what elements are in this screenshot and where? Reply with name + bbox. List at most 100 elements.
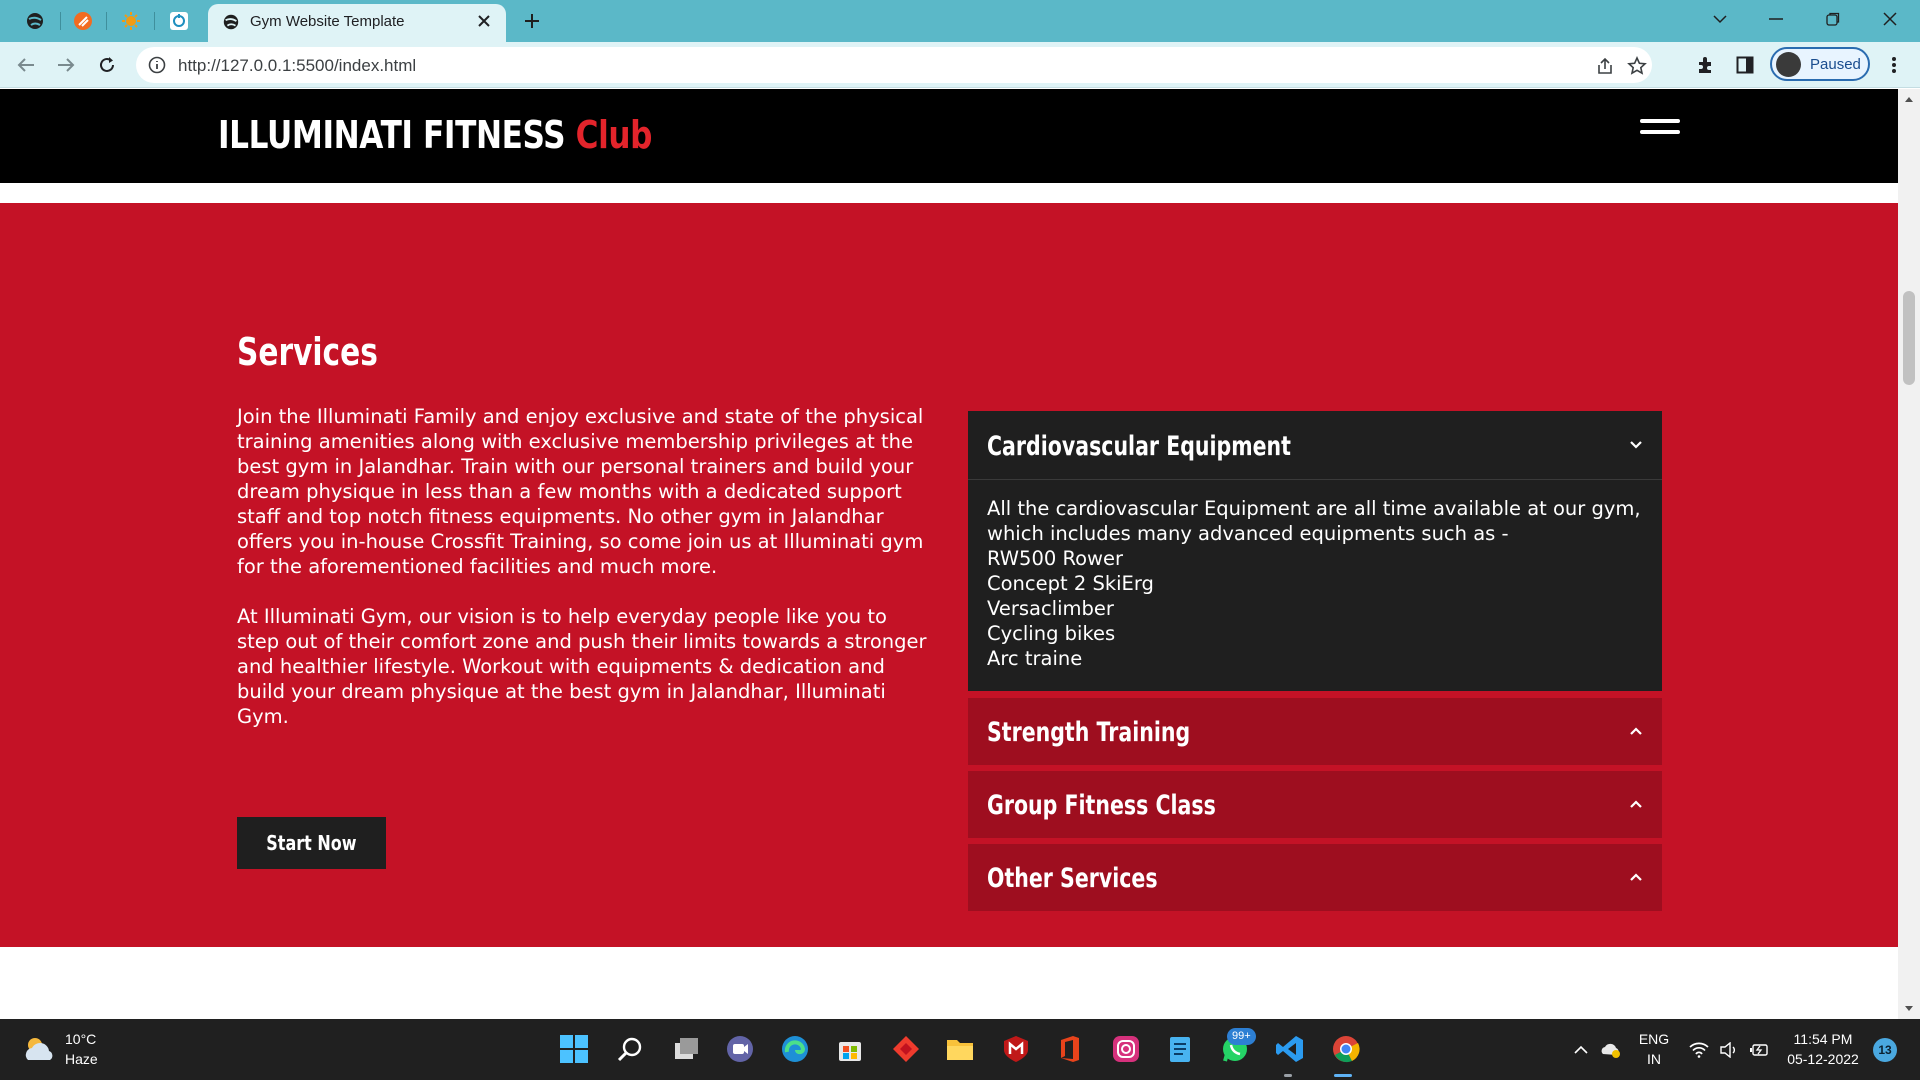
menu-kebab-icon[interactable] <box>1880 51 1908 79</box>
teams-chat-icon[interactable] <box>722 1031 758 1067</box>
accordion-body-intro: All the cardiovascular Equipment are all… <box>987 497 1641 545</box>
site-navbar: ILLUMINATI FITNESS Club <box>0 89 1898 183</box>
scroll-down-arrow-icon[interactable] <box>1903 1003 1915 1015</box>
task-view-icon[interactable] <box>668 1031 704 1067</box>
extensions-puzzle-icon[interactable] <box>1692 51 1720 79</box>
accordion-item-other-services[interactable]: Other Services <box>968 844 1662 911</box>
brand-name: ILLUMINATI FITNESS <box>218 113 566 157</box>
url-text[interactable]: http://127.0.0.1:5500/index.html <box>178 56 416 76</box>
tab-search-chevron-icon[interactable] <box>1700 4 1740 34</box>
equipment-item: RW500 Rower <box>987 547 1124 570</box>
microsoft-store-icon[interactable] <box>832 1031 868 1067</box>
running-indicator <box>1284 1074 1292 1077</box>
office-icon[interactable] <box>1052 1031 1088 1067</box>
accordion-item-strength[interactable]: Strength Training <box>968 698 1662 765</box>
equipment-item: Versaclimber <box>987 597 1114 620</box>
share-icon[interactable] <box>1594 55 1616 77</box>
side-panel-icon[interactable] <box>1731 51 1759 79</box>
site-info-icon[interactable] <box>148 56 166 74</box>
minimize-icon[interactable] <box>1756 4 1796 34</box>
equipment-item: Arc traine <box>987 647 1083 670</box>
anydesk-icon[interactable] <box>888 1031 924 1067</box>
language-indicator-top[interactable]: ENG <box>1636 1031 1672 1047</box>
battery-icon[interactable] <box>1748 1039 1770 1061</box>
clock-time[interactable]: 11:54 PM <box>1778 1031 1868 1047</box>
chevron-up-icon[interactable] <box>1570 1039 1592 1061</box>
search-icon[interactable] <box>612 1031 648 1067</box>
pinned-tab-app[interactable] <box>164 7 194 35</box>
file-explorer-icon[interactable] <box>942 1031 978 1067</box>
profile-button[interactable]: Paused <box>1770 47 1870 81</box>
chevron-up-icon <box>1630 800 1642 808</box>
hamburger-menu-icon[interactable] <box>1640 119 1680 141</box>
tab-title: Gym Website Template <box>250 13 405 30</box>
slash-logo-icon <box>74 12 92 30</box>
chrome-icon[interactable] <box>1328 1031 1364 1067</box>
wifi-icon[interactable] <box>1688 1039 1710 1061</box>
forward-arrow-icon[interactable] <box>52 51 80 79</box>
language-indicator-bottom[interactable]: IN <box>1636 1051 1672 1067</box>
tab-separator <box>106 12 107 30</box>
windows-taskbar: 10°C Haze 99+ ENG IN 11:54 PM 05-12-2022… <box>0 1019 1920 1080</box>
start-windows-icon[interactable] <box>556 1031 592 1067</box>
scrollbar-thumb[interactable] <box>1903 291 1915 385</box>
globe-icon <box>27 13 43 29</box>
accordion-body-cardio: All the cardiovascular Equipment are all… <box>987 496 1647 671</box>
vscode-icon[interactable] <box>1272 1031 1308 1067</box>
tab-gym-website[interactable]: Gym Website Template <box>208 4 506 42</box>
active-app-indicator <box>1334 1074 1352 1077</box>
services-section: Services Join the Illuminati Family and … <box>0 203 1898 947</box>
edge-browser-icon[interactable] <box>777 1031 813 1067</box>
reload-icon[interactable] <box>93 51 121 79</box>
sync-logo-icon <box>170 12 188 30</box>
onedrive-warning-icon[interactable] <box>1600 1039 1622 1061</box>
services-title: Services <box>237 330 378 374</box>
weather-description[interactable]: Haze <box>65 1051 98 1067</box>
close-tab-icon[interactable] <box>474 11 494 31</box>
profile-status-label: Paused <box>1810 56 1861 73</box>
accordion-header-cardio[interactable]: Cardiovascular Equipment <box>968 411 1662 479</box>
page-scrollbar[interactable] <box>1898 89 1920 1019</box>
bookmark-star-icon[interactable] <box>1626 55 1648 77</box>
clock-date[interactable]: 05-12-2022 <box>1778 1051 1868 1067</box>
weather-temperature[interactable]: 10°C <box>65 1031 96 1047</box>
accordion-item-group-fitness[interactable]: Group Fitness Class <box>968 771 1662 838</box>
browser-tab-strip: Gym Website Template <box>0 0 1920 42</box>
chevron-up-icon <box>1630 873 1642 881</box>
chevron-up-icon <box>1630 727 1642 735</box>
brand-accent: Club <box>575 113 653 157</box>
pinned-tab-globe[interactable] <box>20 7 50 35</box>
start-now-button[interactable]: Start Now <box>237 817 386 869</box>
avatar <box>1776 52 1801 77</box>
accordion-title: Strength Training <box>987 717 1191 748</box>
weather-haze-icon[interactable] <box>22 1033 56 1065</box>
close-window-icon[interactable] <box>1870 4 1910 34</box>
equipment-item: Concept 2 SkiErg <box>987 572 1154 595</box>
accordion-title: Cardiovascular Equipment <box>987 431 1291 462</box>
accordion-title: Other Services <box>987 863 1158 894</box>
globe-icon <box>223 14 239 30</box>
accordion-divider <box>968 479 1662 480</box>
tab-separator <box>154 12 155 30</box>
back-arrow-icon[interactable] <box>12 51 40 79</box>
volume-icon[interactable] <box>1718 1039 1740 1061</box>
chevron-down-icon <box>1630 441 1642 449</box>
services-paragraph-1: Join the Illuminati Family and enjoy exc… <box>237 405 924 578</box>
equipment-item: Cycling bikes <box>987 622 1116 645</box>
page-viewport: ILLUMINATI FITNESS Club Services Join th… <box>0 89 1898 1019</box>
scroll-up-arrow-icon[interactable] <box>1903 93 1915 105</box>
pinned-tab-app[interactable] <box>68 7 98 35</box>
mcafee-icon[interactable] <box>998 1031 1034 1067</box>
pinned-tab-app[interactable] <box>116 7 146 35</box>
instagram-icon[interactable] <box>1108 1031 1144 1067</box>
services-paragraph-2: At Illuminati Gym, our vision is to help… <box>237 605 927 728</box>
notification-count-badge[interactable]: 13 <box>1873 1038 1897 1062</box>
start-now-label: Start Now <box>266 831 357 855</box>
address-bar[interactable]: http://127.0.0.1:5500/index.html <box>136 47 1652 83</box>
restore-icon[interactable] <box>1813 4 1853 34</box>
browser-toolbar: http://127.0.0.1:5500/index.html Paused <box>0 42 1920 88</box>
notepad-icon[interactable] <box>1162 1031 1198 1067</box>
whatsapp-unread-badge: 99+ <box>1227 1028 1256 1045</box>
site-logo[interactable]: ILLUMINATI FITNESS Club <box>218 113 652 157</box>
new-tab-plus-icon[interactable] <box>520 9 544 33</box>
